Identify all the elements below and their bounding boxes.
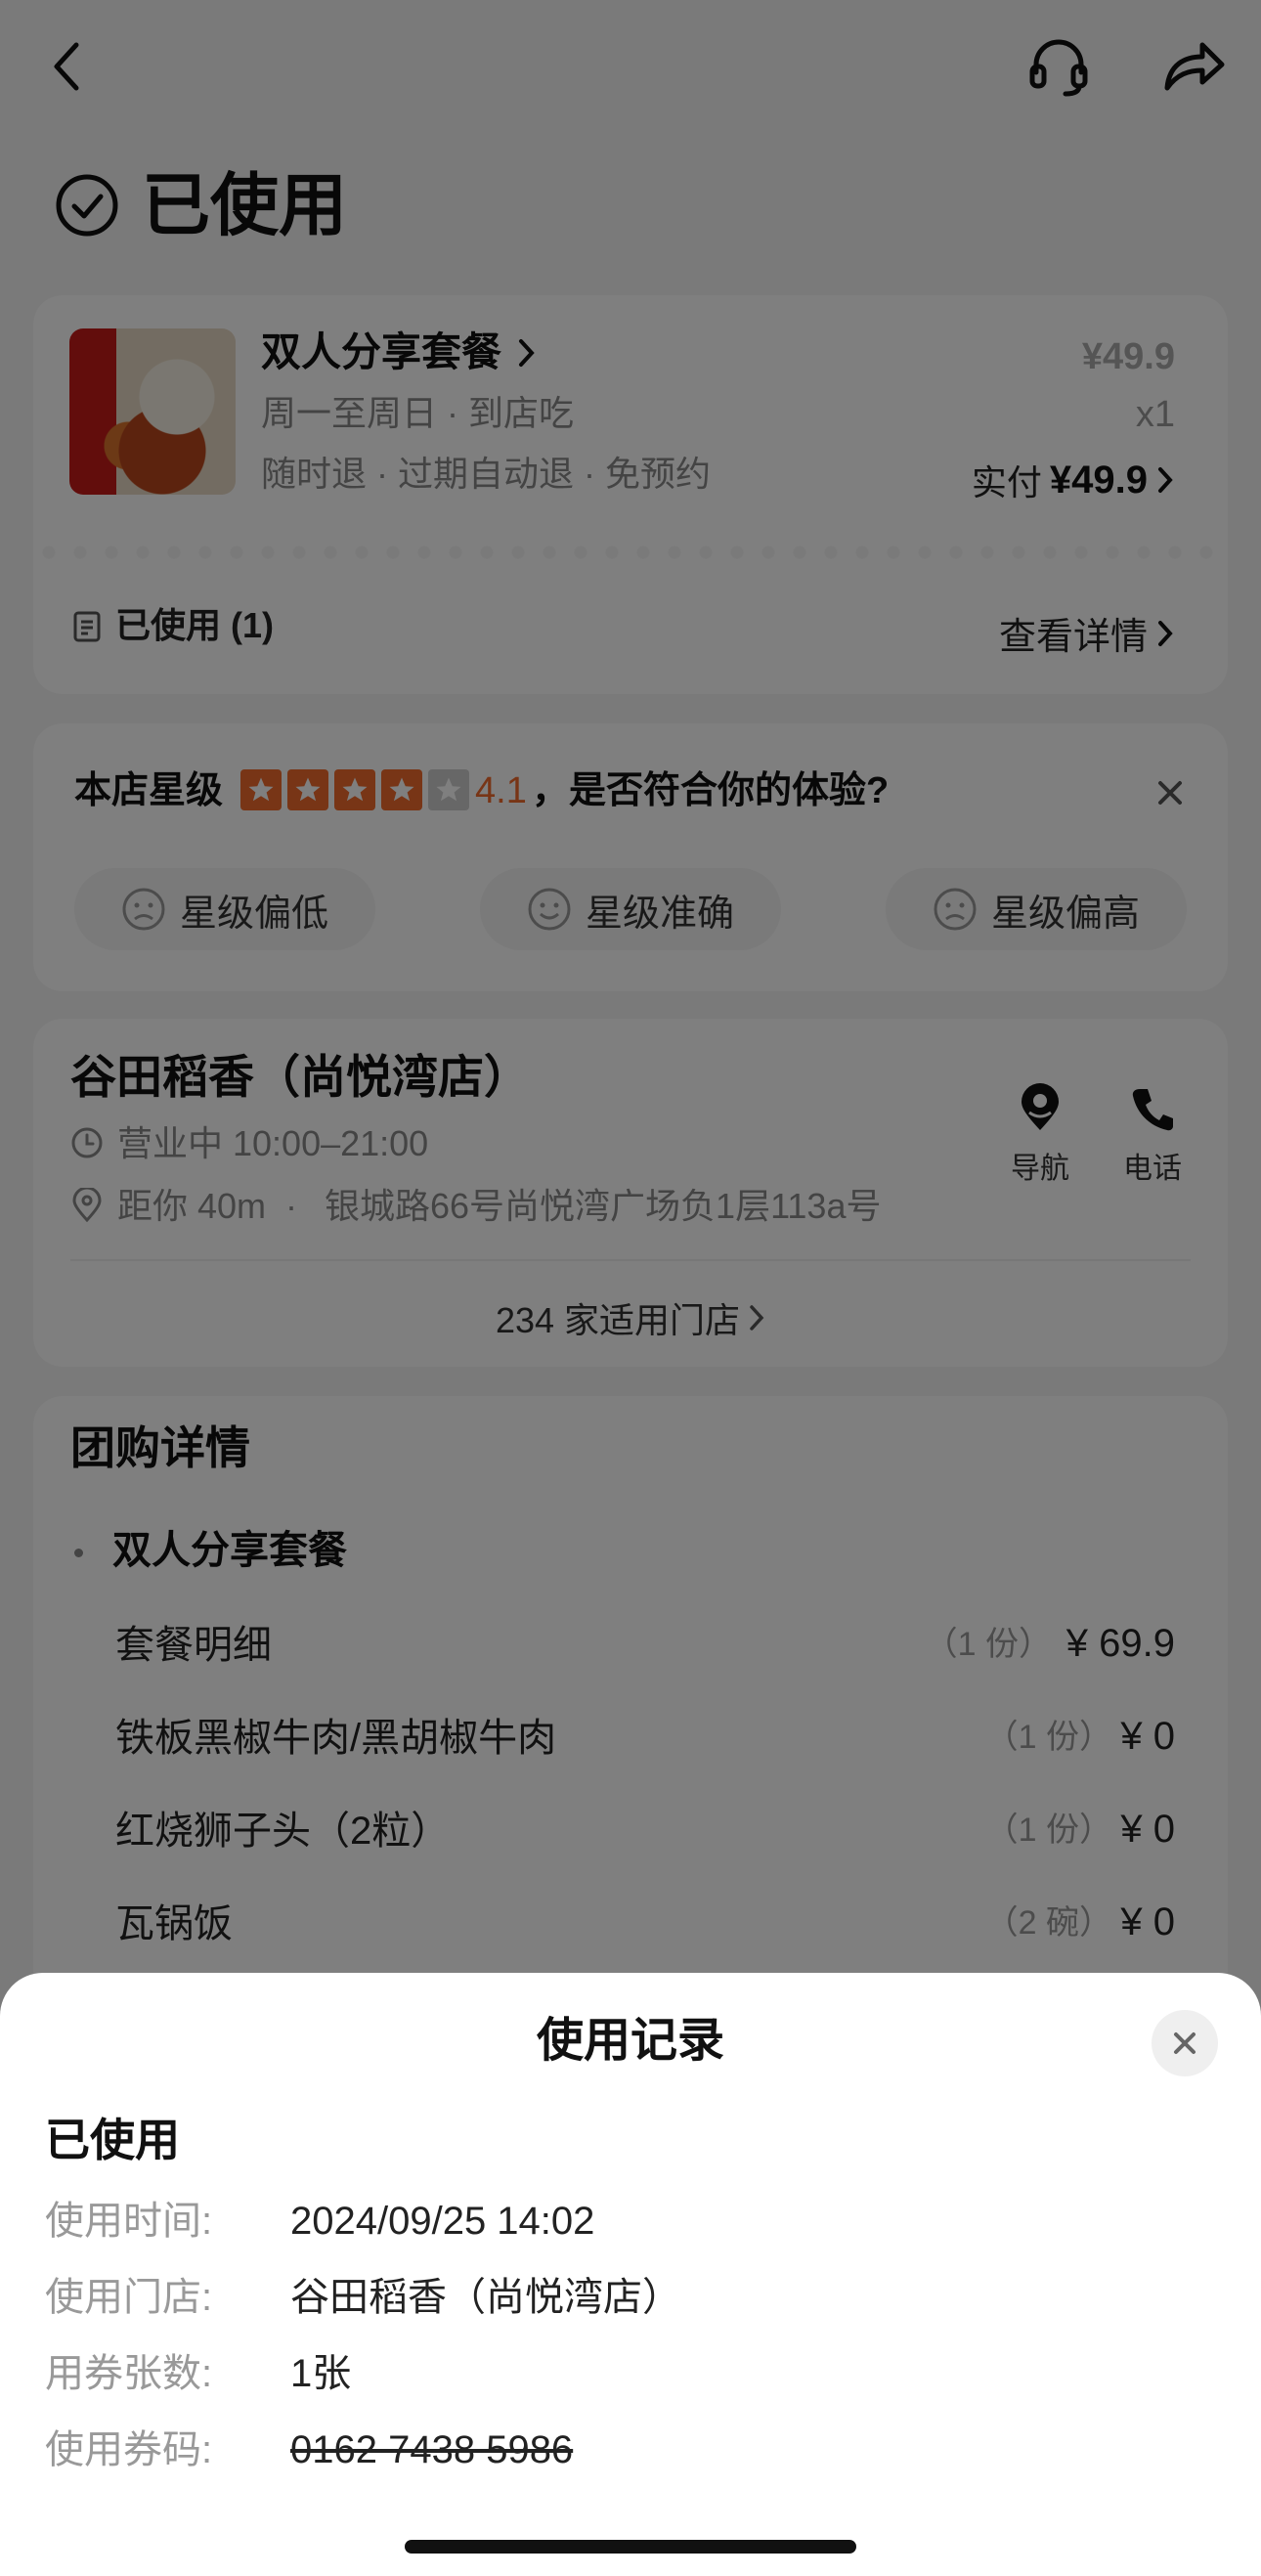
record-value: 谷田稻香（尚悦湾店） <box>290 2276 681 2319</box>
record-label: 使用券码: <box>45 2428 213 2471</box>
home-indicator <box>405 2540 856 2554</box>
sheet-status: 已使用 <box>45 2115 180 2165</box>
sheet-title: 使用记录 <box>536 2015 724 2067</box>
record-label: 用券张数: <box>45 2352 213 2395</box>
usage-record-sheet: 使用记录 已使用 使用时间: 2024/09/25 14:02 使用门店: 谷田… <box>0 1973 1261 2576</box>
sheet-close-button[interactable] <box>1152 2010 1218 2076</box>
record-label: 使用时间: <box>45 2200 213 2243</box>
record-value: 2024/09/25 14:02 <box>290 2200 595 2243</box>
coupon-code: 0162 7438 5986 <box>290 2428 574 2471</box>
record-value: 1张 <box>290 2352 352 2395</box>
close-icon <box>1174 2032 1196 2054</box>
record-label: 使用门店: <box>45 2276 213 2319</box>
